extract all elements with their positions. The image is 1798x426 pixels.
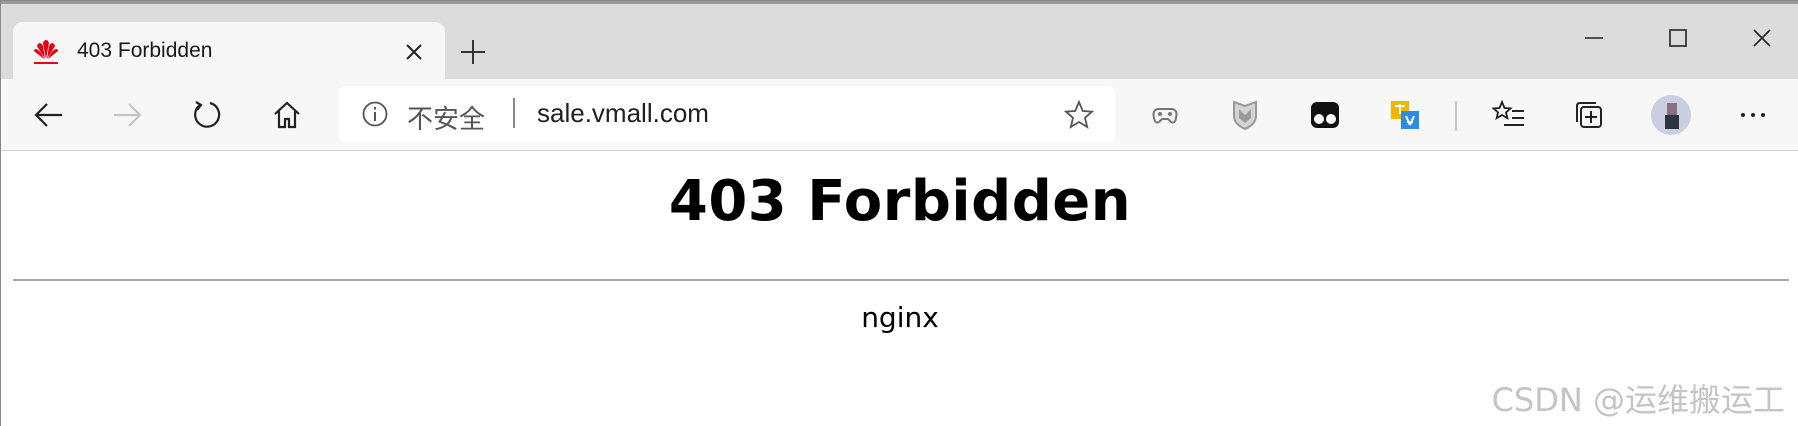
huawei-logo-icon xyxy=(31,37,61,67)
watermark-text: CSDN @运维搬运工 xyxy=(1491,381,1785,419)
tab-title: 403 Forbidden xyxy=(77,39,213,62)
address-separator xyxy=(513,98,515,128)
security-label[interactable]: 不安全 xyxy=(407,99,485,136)
home-icon[interactable] xyxy=(265,93,309,137)
tab-close-icon[interactable] xyxy=(401,39,427,65)
info-icon[interactable] xyxy=(361,100,389,128)
extension-tampermonkey-icon[interactable] xyxy=(1303,93,1347,137)
tab-strip: 403 Forbidden xyxy=(1,1,1798,83)
server-signature: nginx xyxy=(861,301,939,334)
toolbar-divider xyxy=(1455,101,1457,131)
tab-active[interactable]: 403 Forbidden xyxy=(13,22,445,83)
address-bar[interactable]: 不安全 sale.vmall.com xyxy=(339,86,1115,142)
favorites-list-icon[interactable] xyxy=(1487,93,1531,137)
maximize-icon[interactable] xyxy=(1643,18,1713,58)
forward-arrow-icon xyxy=(105,93,149,137)
page-content: 403 Forbidden nginx CSDN @运维搬运工 xyxy=(1,151,1798,426)
minimize-icon[interactable] xyxy=(1559,18,1629,58)
page-title: 403 Forbidden xyxy=(668,169,1132,234)
extension-shield-icon[interactable] xyxy=(1223,93,1267,137)
extension-gamepad-icon[interactable] xyxy=(1143,93,1187,137)
browser-window: 403 Forbidden 不安全 sale.vmall.com 403 For… xyxy=(0,0,1798,426)
refresh-icon[interactable] xyxy=(185,93,229,137)
more-menu-icon[interactable] xyxy=(1731,93,1775,137)
favorite-star-icon[interactable] xyxy=(1063,99,1095,131)
collections-icon[interactable] xyxy=(1567,93,1611,137)
browser-toolbar: 不安全 sale.vmall.com xyxy=(1,79,1798,151)
horizontal-rule xyxy=(13,279,1789,281)
close-icon[interactable] xyxy=(1727,18,1797,58)
url-text[interactable]: sale.vmall.com xyxy=(537,98,709,129)
extension-translate-icon[interactable] xyxy=(1383,93,1427,137)
profile-avatar[interactable] xyxy=(1651,95,1691,135)
new-tab-plus-icon[interactable] xyxy=(457,36,489,68)
back-arrow-icon[interactable] xyxy=(27,93,71,137)
